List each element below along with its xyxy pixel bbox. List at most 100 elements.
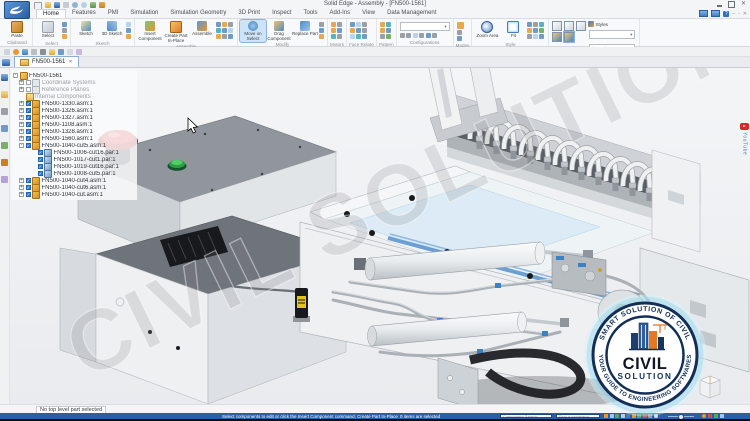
motor-option-icon[interactable] bbox=[337, 34, 342, 39]
small-toolbar-icon[interactable] bbox=[49, 49, 55, 55]
expander-icon[interactable]: + bbox=[19, 80, 24, 85]
tab-inspect[interactable]: Inspect bbox=[266, 9, 297, 18]
assemble-option-icon[interactable] bbox=[222, 34, 227, 39]
status-icon[interactable] bbox=[714, 414, 718, 418]
configuration-option-icon[interactable] bbox=[400, 33, 405, 38]
application-button[interactable] bbox=[4, 1, 30, 19]
visibility-checkbox[interactable] bbox=[26, 129, 31, 134]
tree-item[interactable]: FN500-1019-cut16.par:1 bbox=[11, 163, 137, 170]
select-button[interactable]: Select bbox=[35, 20, 61, 40]
motor-option-icon[interactable] bbox=[331, 22, 336, 27]
cascade-document-icon[interactable] bbox=[711, 10, 720, 17]
restore-document-icon[interactable] bbox=[699, 10, 708, 17]
tree-item[interactable]: + FN500-1040-cut4.asm:1 bbox=[11, 177, 137, 184]
document-tab-close-icon[interactable]: ✕ bbox=[68, 59, 72, 65]
tab-simulation[interactable]: Simulation bbox=[124, 9, 164, 18]
small-toolbar-icon[interactable] bbox=[76, 49, 82, 55]
expander-icon[interactable]: + bbox=[19, 178, 24, 183]
small-toolbar-icon[interactable] bbox=[67, 49, 73, 55]
tab-3d-print[interactable]: 3D Print bbox=[232, 9, 266, 18]
select-option-icon[interactable] bbox=[62, 22, 67, 27]
document-tab[interactable]: FN500-1561 ✕ bbox=[14, 56, 79, 67]
visibility-checkbox[interactable] bbox=[26, 101, 31, 106]
motor-option-icon[interactable] bbox=[337, 28, 342, 33]
assemble-option-icon[interactable] bbox=[228, 22, 233, 27]
expander-icon[interactable]: + bbox=[19, 185, 24, 190]
create-part-in-place-button[interactable]: Create Part In-Place bbox=[163, 20, 189, 44]
assemble-option-icon[interactable] bbox=[222, 28, 227, 33]
modify-option-icon[interactable] bbox=[319, 22, 324, 27]
shaded-cube-icon[interactable] bbox=[552, 32, 562, 42]
tree-item[interactable]: + FN500-1327.asm:1 bbox=[11, 114, 137, 121]
wireframe-cube-icon[interactable] bbox=[552, 21, 562, 31]
motor-option-icon[interactable] bbox=[337, 22, 342, 27]
select-tool-icon[interactable] bbox=[90, 2, 96, 8]
tree-item[interactable]: Internal Components bbox=[11, 93, 137, 100]
restore-small-icon[interactable]: ▫ bbox=[738, 10, 740, 18]
face-relate-option-icon[interactable] bbox=[350, 34, 355, 39]
drag-component-button[interactable]: Drag Component bbox=[266, 20, 292, 42]
visibility-checkbox[interactable] bbox=[26, 108, 31, 113]
3d-sketch-button[interactable]: 3D Sketch bbox=[99, 20, 125, 38]
visible-edges-cube-icon[interactable] bbox=[564, 21, 574, 31]
minimize-document-icon[interactable]: – bbox=[732, 10, 735, 18]
tree-item[interactable]: FN500-1017-cut1.par:1 bbox=[11, 156, 137, 163]
expander-icon[interactable]: + bbox=[19, 101, 24, 106]
component-search-input[interactable]: Component Search bbox=[500, 414, 552, 418]
replace-part-button[interactable]: Replace Part bbox=[292, 20, 318, 38]
tab-pmi[interactable]: PMI bbox=[102, 9, 125, 18]
visibility-checkbox[interactable] bbox=[38, 164, 43, 169]
undo-icon[interactable] bbox=[72, 2, 78, 8]
layers-tab-icon[interactable] bbox=[1, 176, 8, 183]
small-toolbar-icon[interactable] bbox=[40, 49, 46, 55]
small-toolbar-icon[interactable] bbox=[58, 49, 64, 55]
tree-item[interactable]: + FN500-1108.asm:1 bbox=[11, 121, 137, 128]
mode-option-icon[interactable] bbox=[457, 22, 464, 29]
motor-option-icon[interactable] bbox=[331, 28, 336, 33]
tree-item[interactable]: + FN500-1328.asm:1 bbox=[11, 128, 137, 135]
face-relate-option-icon[interactable] bbox=[350, 28, 355, 33]
tree-item[interactable]: + FN500-1560.asm:1 bbox=[11, 135, 137, 142]
tab-home[interactable]: Home bbox=[36, 9, 66, 18]
orient-option-icon[interactable] bbox=[533, 28, 538, 33]
tab-features[interactable]: Features bbox=[66, 9, 102, 18]
visibility-checkbox[interactable] bbox=[26, 122, 31, 127]
paste-button[interactable]: Paste bbox=[4, 20, 30, 40]
expander-icon[interactable]: + bbox=[19, 129, 24, 134]
orient-option-icon[interactable] bbox=[527, 28, 532, 33]
orient-option-icon[interactable] bbox=[527, 22, 532, 27]
sketch-button[interactable]: Sketch bbox=[73, 20, 99, 38]
close-button[interactable]: ✕ bbox=[741, 1, 746, 8]
orient-option-icon[interactable] bbox=[539, 22, 544, 27]
face-relate-option-icon[interactable] bbox=[356, 22, 361, 27]
expander-icon[interactable]: - bbox=[19, 143, 24, 148]
configuration-option-icon[interactable] bbox=[426, 33, 431, 38]
tree-item[interactable]: FN500-1008-cut5.par:1 bbox=[11, 170, 137, 177]
visibility-checkbox[interactable] bbox=[26, 87, 31, 92]
visibility-checkbox[interactable] bbox=[26, 178, 31, 183]
assemble-option-icon[interactable] bbox=[228, 34, 233, 39]
youtube-icon[interactable] bbox=[740, 123, 749, 130]
tree-item[interactable]: + FN500-1326.asm:1 bbox=[11, 107, 137, 114]
pathfinder-icon[interactable] bbox=[2, 59, 10, 66]
configuration-option-icon[interactable] bbox=[413, 33, 418, 38]
expander-icon[interactable]: + bbox=[19, 192, 24, 197]
visibility-checkbox[interactable] bbox=[26, 185, 31, 190]
move-on-select-button[interactable]: Move on Select bbox=[240, 20, 266, 42]
minimize-button[interactable] bbox=[717, 5, 722, 7]
assemble-option-icon[interactable] bbox=[222, 22, 227, 27]
small-toolbar-icon[interactable] bbox=[22, 49, 28, 55]
mode-option-icon[interactable] bbox=[457, 30, 462, 35]
modify-option-icon[interactable] bbox=[319, 34, 324, 39]
visibility-checkbox[interactable] bbox=[26, 115, 31, 120]
pathfinder-tab-icon[interactable] bbox=[1, 74, 8, 81]
visibility-checkbox[interactable] bbox=[26, 143, 31, 148]
tree-item[interactable]: + FN500-1040-cut.asm:1 bbox=[11, 191, 137, 198]
insert-component-button[interactable]: Insert Component bbox=[137, 20, 163, 42]
visibility-checkbox[interactable] bbox=[26, 192, 31, 197]
tree-item[interactable]: + Reference Planes bbox=[11, 86, 137, 93]
tree-item[interactable]: + FN500-1040-cut6.asm:1 bbox=[11, 184, 137, 191]
family-of-assemblies-tab-icon[interactable] bbox=[1, 125, 8, 132]
assemble-button[interactable]: Assemble bbox=[189, 20, 215, 38]
status-icon[interactable] bbox=[708, 414, 712, 418]
